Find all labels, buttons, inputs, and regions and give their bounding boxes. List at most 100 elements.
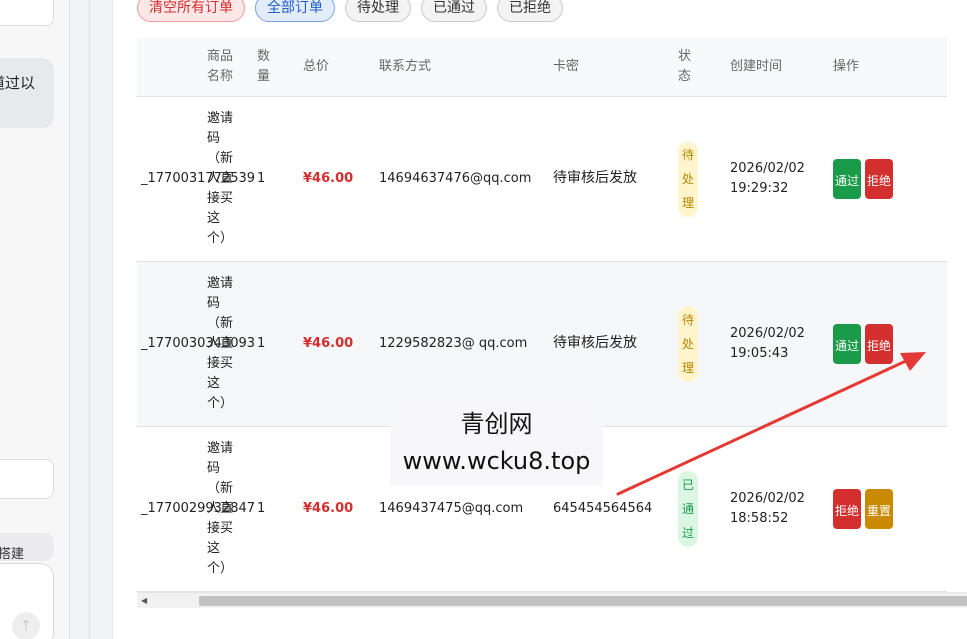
order-id-cell: _1770029932847	[137, 426, 256, 591]
order-filters: 清空所有订单 全部订单 待处理 已通过 已拒绝	[137, 0, 563, 22]
divider-line[interactable]	[89, 0, 90, 639]
sidebar-field[interactable]	[0, 459, 54, 499]
total-price: ¥46.00	[303, 170, 354, 186]
filter-approved-button[interactable]: 已通过	[421, 0, 487, 22]
sidebar-strip: 搭建	[0, 533, 54, 561]
reset-button[interactable]: 重置	[865, 488, 893, 529]
product-name: 邀请码（新人直接买这个）	[207, 275, 234, 411]
chat-bubble-text: 道过以	[0, 74, 36, 92]
actions-cell: 通过 拒绝	[833, 96, 947, 261]
scroll-left-icon[interactable]: ◀	[141, 595, 147, 607]
qty-value: 1	[257, 500, 266, 516]
total-cell: ¥46.00	[303, 261, 379, 426]
reject-button[interactable]: 拒绝	[865, 158, 893, 199]
order-id-cell: _1770031772539	[137, 96, 256, 261]
created-cell: 2026/02/02 19:29:32	[730, 96, 833, 261]
contact-cell: 14694637476@qq.com	[379, 96, 553, 261]
total-cell: ¥46.00	[303, 96, 379, 261]
product-name: 邀请码（新人直接买这个）	[207, 440, 234, 576]
actions-cell: 拒绝 重置	[833, 426, 947, 591]
arrow-up-icon: ↑	[20, 618, 32, 634]
header-status-label: 状态	[678, 48, 692, 84]
status-badge: 待处理	[678, 140, 698, 217]
header-contact-label: 联系方式	[379, 58, 432, 74]
orders-table: D 商品名称 数量 总价 联系方式 卡密 状态 创建时间 操作 _1770031…	[137, 38, 947, 592]
qty-cell: 1	[257, 426, 303, 591]
contact-email: 1469437475@qq.com	[379, 500, 524, 516]
created-time: 19:05:43	[730, 345, 789, 361]
sidebar-top-box[interactable]	[0, 0, 54, 26]
header-created: 创建时间	[730, 38, 833, 96]
header-card: 卡密	[553, 38, 678, 96]
created-date: 2026/02/02	[730, 325, 805, 341]
clear-all-orders-button[interactable]: 清空所有订单	[137, 0, 245, 22]
header-contact: 联系方式	[379, 38, 553, 96]
filter-all-orders-button[interactable]: 全部订单	[255, 0, 335, 22]
header-qty: 数量	[257, 38, 303, 96]
gap-strip	[71, 0, 89, 639]
status-badge: 已通过	[678, 470, 698, 547]
send-button[interactable]: ↑	[12, 612, 40, 639]
approve-button[interactable]: 通过	[833, 158, 861, 199]
header-created-label: 创建时间	[730, 58, 783, 74]
filter-rejected-button[interactable]: 已拒绝	[497, 0, 563, 22]
qty-value: 1	[257, 170, 266, 186]
header-total-label: 总价	[303, 58, 330, 74]
chat-bubble: 道过以	[0, 58, 54, 128]
status-badge: 待处理	[678, 305, 698, 382]
card-secret: 待审核后发放	[553, 335, 637, 351]
header-qty-label: 数量	[257, 48, 271, 84]
total-cell: ¥46.00	[303, 426, 379, 591]
table-row: _1770031772539 邀请码（新人直接买这个） 1 ¥46.00 146…	[137, 96, 947, 261]
order-id: _1770029932847	[141, 500, 256, 516]
reject-button[interactable]: 拒绝	[865, 323, 893, 364]
orders-panel: 清空所有订单 全部订单 待处理 已通过 已拒绝 D 商品名称 数量 总价 联系方…	[112, 0, 967, 639]
header-product-label: 商品名称	[207, 48, 234, 84]
order-id: _1770031772539	[141, 170, 256, 186]
filter-pending-button[interactable]: 待处理	[345, 0, 411, 22]
status-cell: 待处理	[678, 96, 730, 261]
order-id-cell: _1770030343093	[137, 261, 256, 426]
row-actions: 拒绝 重置	[833, 488, 947, 529]
actions-cell: 通过 拒绝	[833, 261, 947, 426]
card-secret: 645454564564	[553, 500, 653, 516]
qty-value: 1	[257, 335, 266, 351]
row-actions: 通过 拒绝	[833, 158, 947, 199]
created-date: 2026/02/02	[730, 490, 805, 506]
order-id: _1770030343093	[141, 335, 256, 351]
sidebar-strip-text: 搭建	[0, 547, 25, 561]
header-id: D	[137, 38, 197, 96]
scrollbar-thumb[interactable]	[199, 596, 967, 606]
header-status: 状态	[678, 38, 730, 96]
created-cell: 2026/02/02 18:58:52	[730, 426, 833, 591]
total-price: ¥46.00	[303, 335, 354, 351]
status-cell: 待处理	[678, 261, 730, 426]
status-cell: 已通过	[678, 426, 730, 591]
card-cell: 待审核后发放	[553, 96, 678, 261]
total-price: ¥46.00	[303, 500, 354, 516]
created-time: 18:58:52	[730, 510, 789, 526]
watermark-url: www.wcku8.top	[402, 447, 591, 475]
header-id-label: D	[137, 57, 197, 77]
created-cell: 2026/02/02 19:05:43	[730, 261, 833, 426]
header-total: 总价	[303, 38, 379, 96]
table-header-row: D 商品名称 数量 总价 联系方式 卡密 状态 创建时间 操作	[137, 38, 947, 96]
created-time: 19:29:32	[730, 180, 789, 196]
product-name: 邀请码（新人直接买这个）	[207, 110, 234, 246]
header-product: 商品名称	[197, 38, 257, 96]
watermark-title: 青创网	[460, 410, 533, 438]
created-date: 2026/02/02	[730, 160, 805, 176]
horizontal-scrollbar[interactable]: ◀	[137, 592, 967, 608]
orders-table-wrapper: D 商品名称 数量 总价 联系方式 卡密 状态 创建时间 操作 _1770031…	[137, 38, 967, 610]
row-actions: 通过 拒绝	[833, 323, 947, 364]
header-card-label: 卡密	[553, 58, 580, 74]
header-actions: 操作	[833, 38, 947, 96]
qty-cell: 1	[257, 261, 303, 426]
card-secret: 待审核后发放	[553, 170, 637, 186]
reject-button[interactable]: 拒绝	[833, 488, 861, 529]
header-actions-label: 操作	[833, 58, 860, 74]
contact-email: 14694637476@qq.com	[379, 170, 532, 186]
watermark: 青创网 www.wcku8.top	[390, 401, 603, 486]
approve-button[interactable]: 通过	[833, 323, 861, 364]
qty-cell: 1	[257, 96, 303, 261]
